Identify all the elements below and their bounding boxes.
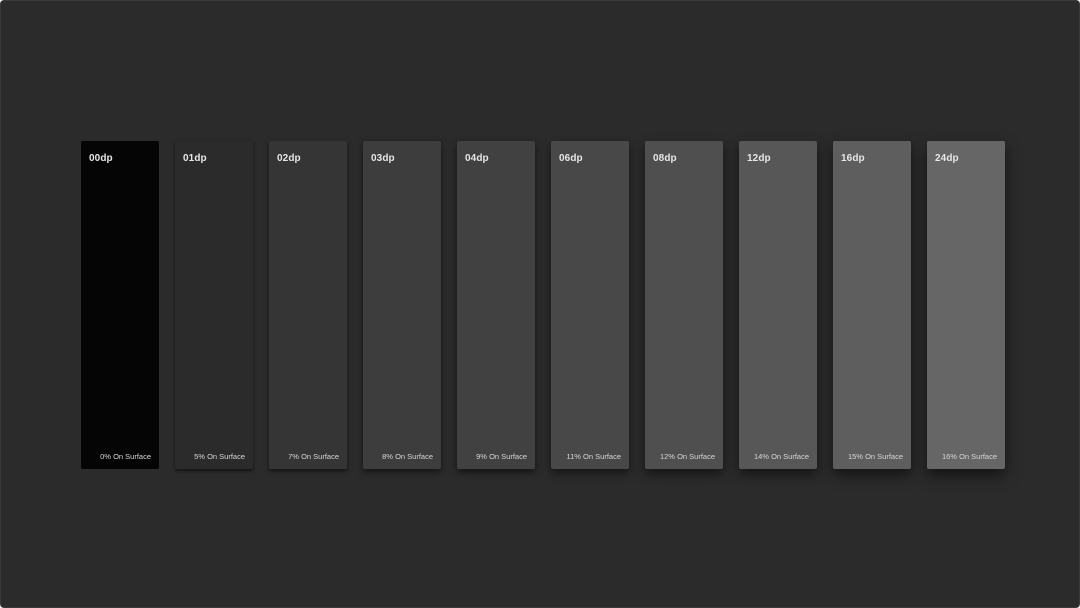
overlay-caption: 9% On Surface xyxy=(476,452,527,461)
elevation-card-06dp: 06dp 11% On Surface xyxy=(551,141,629,469)
elevation-card-01dp: 01dp 5% On Surface xyxy=(175,141,253,469)
overlay-caption: 8% On Surface xyxy=(382,452,433,461)
overlay-caption: 14% On Surface xyxy=(753,452,809,461)
overlay-caption: 16% On Surface xyxy=(941,452,997,461)
elevation-label: 12dp xyxy=(747,153,771,164)
elevation-label: 03dp xyxy=(371,153,395,164)
overlay-caption: 5% On Surface xyxy=(194,452,245,461)
elevation-card-16dp: 16dp 15% On Surface xyxy=(833,141,911,469)
elevation-label: 04dp xyxy=(465,153,489,164)
elevation-swatch-canvas: 00dp 0% On Surface 01dp 5% On Surface 02… xyxy=(0,0,1080,608)
elevation-label: 08dp xyxy=(653,153,677,164)
elevation-label: 16dp xyxy=(841,153,865,164)
overlay-caption: 11% On Surface xyxy=(566,452,621,461)
elevation-label: 24dp xyxy=(935,153,959,164)
elevation-card-04dp: 04dp 9% On Surface xyxy=(457,141,535,469)
elevation-label: 02dp xyxy=(277,153,301,164)
elevation-label: 01dp xyxy=(183,153,207,164)
elevation-card-08dp: 08dp 12% On Surface xyxy=(645,141,723,469)
elevation-swatch-row: 00dp 0% On Surface 01dp 5% On Surface 02… xyxy=(81,141,1005,469)
overlay-caption: 0% On Surface xyxy=(100,452,151,461)
elevation-card-24dp: 24dp 16% On Surface xyxy=(927,141,1005,469)
overlay-caption: 7% On Surface xyxy=(288,452,339,461)
overlay-caption: 15% On Surface xyxy=(847,452,903,461)
elevation-card-03dp: 03dp 8% On Surface xyxy=(363,141,441,469)
elevation-card-02dp: 02dp 7% On Surface xyxy=(269,141,347,469)
overlay-caption: 12% On Surface xyxy=(659,452,715,461)
elevation-label: 00dp xyxy=(89,153,113,164)
elevation-label: 06dp xyxy=(559,153,583,164)
elevation-card-00dp: 00dp 0% On Surface xyxy=(81,141,159,469)
elevation-card-12dp: 12dp 14% On Surface xyxy=(739,141,817,469)
